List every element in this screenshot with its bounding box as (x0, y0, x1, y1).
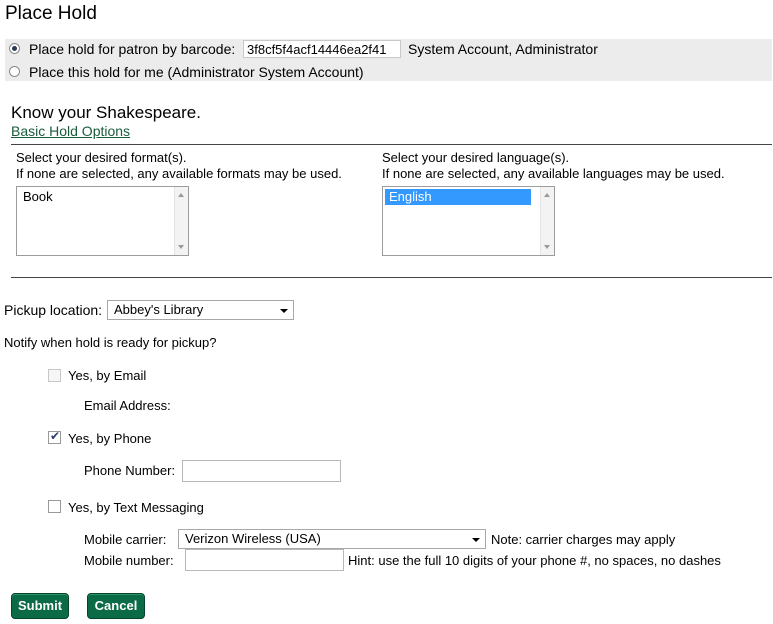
notify-label: Notify when hold is ready for pickup? (4, 335, 217, 350)
notify-phone-label: Yes, by Phone (68, 431, 152, 446)
pickup-location-label: Pickup location: (4, 302, 103, 318)
notify-email-checkbox[interactable] (48, 369, 61, 382)
patron-barcode-label: Place hold for patron by barcode: (29, 41, 236, 57)
scroll-up-icon[interactable] (178, 193, 184, 197)
format-listbox-scrollbar[interactable] (174, 187, 188, 255)
divider-bottom (11, 277, 772, 278)
language-prompt: Select your desired language(s). (382, 150, 570, 165)
submit-button[interactable]: Submit (11, 593, 69, 619)
notify-email-label: Yes, by Email (68, 368, 147, 383)
phone-number-input[interactable] (182, 460, 341, 482)
pickup-location-select[interactable]: Abbey's Library (107, 300, 294, 320)
scroll-down-icon[interactable] (178, 245, 184, 249)
basic-hold-options-link[interactable]: Basic Hold Options (11, 123, 130, 139)
cancel-button[interactable]: Cancel (87, 593, 145, 619)
patron-barcode-input[interactable]: 3f8cf5f4acf14446ea2f41 (243, 40, 401, 58)
scroll-down-icon[interactable] (544, 245, 550, 249)
format-option[interactable]: Book (19, 189, 57, 205)
format-prompt-hint: If none are selected, any available form… (16, 166, 342, 181)
language-listbox-scrollbar[interactable] (540, 187, 554, 255)
patron-barcode-radio[interactable] (9, 43, 20, 54)
mobile-carrier-select[interactable]: Verizon Wireless (USA) (178, 529, 486, 549)
phone-number-label: Phone Number: (84, 463, 176, 478)
format-prompt: Select your desired format(s). (16, 150, 187, 165)
mobile-number-input[interactable] (185, 549, 344, 571)
language-option-selected[interactable]: English (385, 189, 531, 205)
checkmark-icon: ✔ (50, 429, 61, 443)
notify-text-label: Yes, by Text Messaging (68, 500, 204, 515)
format-listbox[interactable]: Book (16, 186, 189, 256)
patron-name: System Account, Administrator (408, 41, 598, 57)
chevron-down-icon (280, 309, 288, 313)
self-hold-radio[interactable] (9, 66, 20, 77)
page-title: Place Hold (5, 3, 97, 24)
mobile-number-label: Mobile number: (84, 553, 174, 568)
pickup-location-value: Abbey's Library (114, 302, 204, 317)
notify-text-checkbox[interactable] (48, 500, 61, 513)
carrier-note: Note: carrier charges may apply (491, 532, 676, 547)
language-prompt-hint: If none are selected, any available lang… (382, 166, 725, 181)
mobile-carrier-label: Mobile carrier: (84, 532, 167, 547)
item-title: Know your Shakespeare. (11, 103, 201, 122)
email-address-label: Email Address: (84, 398, 171, 413)
notify-phone-checkbox[interactable]: ✔ (48, 429, 61, 444)
language-listbox[interactable]: English (382, 186, 555, 256)
scroll-up-icon[interactable] (544, 193, 550, 197)
mobile-carrier-value: Verizon Wireless (USA) (185, 531, 321, 546)
chevron-down-icon (472, 538, 480, 542)
self-hold-label: Place this hold for me (Administrator Sy… (29, 64, 364, 80)
mobile-number-hint: Hint: use the full 10 digits of your pho… (348, 553, 721, 568)
divider-top (11, 144, 772, 145)
